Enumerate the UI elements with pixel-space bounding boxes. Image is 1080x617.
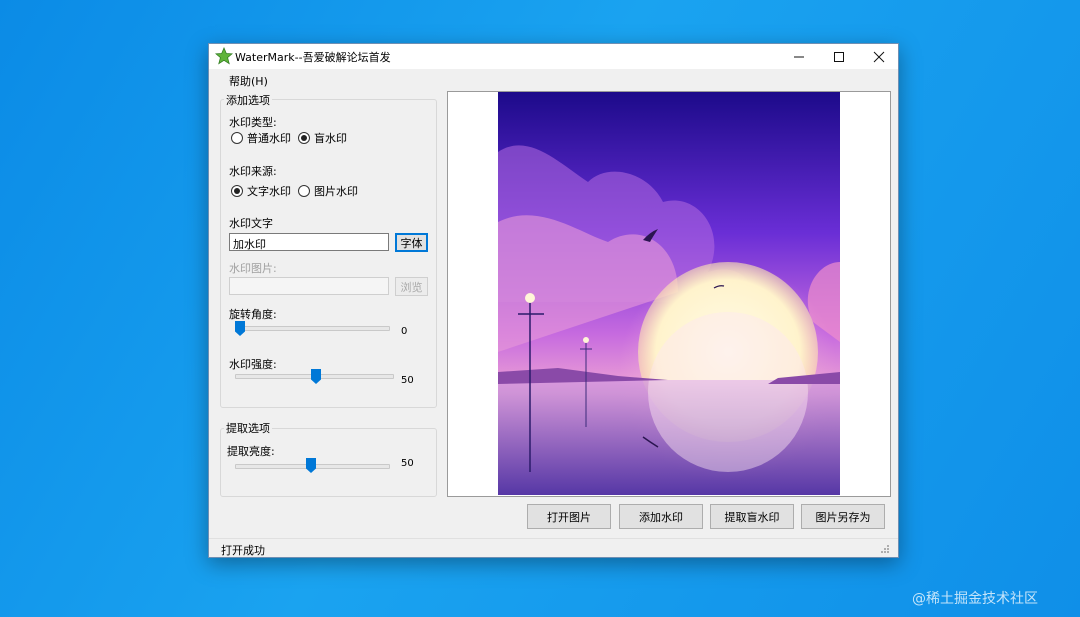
radio-indicator bbox=[231, 132, 243, 144]
strength-value: 50 bbox=[401, 375, 414, 386]
extract-options-title: 提取选项 bbox=[224, 420, 272, 436]
minimize-icon bbox=[794, 56, 804, 57]
watermark-type-label: 水印类型: bbox=[229, 116, 277, 129]
image-preview-panel bbox=[447, 91, 891, 497]
app-window: WaterMark--吾爱破解论坛首发 帮助(H) 添加选项 水印类型: 普通水… bbox=[208, 43, 899, 558]
radio-indicator bbox=[231, 185, 243, 197]
radio-normal-watermark[interactable]: 普通水印 bbox=[231, 130, 291, 146]
close-icon bbox=[873, 51, 885, 62]
menu-bar: 帮助(H) bbox=[209, 70, 898, 90]
open-image-button[interactable]: 打开图片 bbox=[527, 504, 611, 529]
radio-label: 盲水印 bbox=[314, 132, 347, 145]
site-watermark: @稀土掘金技术社区 bbox=[912, 591, 1038, 607]
brightness-value: 50 bbox=[401, 458, 414, 469]
watermark-image-input[interactable] bbox=[229, 277, 389, 295]
watermark-text-label: 水印文字 bbox=[229, 217, 273, 230]
status-text: 打开成功 bbox=[221, 544, 265, 557]
radio-indicator bbox=[298, 185, 310, 197]
rotation-value: 0 bbox=[401, 326, 408, 337]
radio-text-watermark[interactable]: 文字水印 bbox=[231, 183, 291, 199]
minimize-button[interactable] bbox=[779, 44, 819, 69]
radio-indicator bbox=[298, 132, 310, 144]
browse-button[interactable]: 浏览 bbox=[395, 277, 428, 296]
watermark-text-input[interactable]: 加水印 bbox=[229, 233, 389, 251]
font-button[interactable]: 字体 bbox=[395, 233, 428, 252]
radio-label: 文字水印 bbox=[247, 185, 291, 198]
maximize-icon bbox=[834, 51, 844, 62]
title-bar[interactable]: WaterMark--吾爱破解论坛首发 bbox=[209, 44, 898, 69]
radio-label: 普通水印 bbox=[247, 132, 291, 145]
rotation-slider-track[interactable] bbox=[235, 326, 390, 331]
status-bar: 打开成功 bbox=[209, 538, 898, 558]
maximize-button[interactable] bbox=[819, 44, 859, 69]
add-options-title: 添加选项 bbox=[224, 92, 272, 108]
window-title: WaterMark--吾爱破解论坛首发 bbox=[235, 51, 391, 64]
star-app-icon bbox=[215, 47, 233, 65]
preview-image bbox=[498, 92, 840, 495]
menu-help[interactable]: 帮助(H) bbox=[229, 73, 268, 89]
strength-label: 水印强度: bbox=[229, 358, 277, 371]
watermark-source-label: 水印来源: bbox=[229, 165, 277, 178]
radio-label: 图片水印 bbox=[314, 185, 358, 198]
add-watermark-button[interactable]: 添加水印 bbox=[619, 504, 703, 529]
radio-blind-watermark[interactable]: 盲水印 bbox=[298, 130, 347, 146]
rotation-label: 旋转角度: bbox=[229, 308, 277, 321]
brightness-label: 提取亮度: bbox=[227, 445, 275, 458]
watermark-image-label: 水印图片: bbox=[229, 262, 277, 275]
extract-blind-watermark-button[interactable]: 提取盲水印 bbox=[710, 504, 794, 529]
close-button[interactable] bbox=[859, 44, 899, 69]
radio-image-watermark[interactable]: 图片水印 bbox=[298, 183, 358, 199]
resize-grip-icon[interactable] bbox=[880, 544, 890, 554]
save-image-as-button[interactable]: 图片另存为 bbox=[801, 504, 885, 529]
